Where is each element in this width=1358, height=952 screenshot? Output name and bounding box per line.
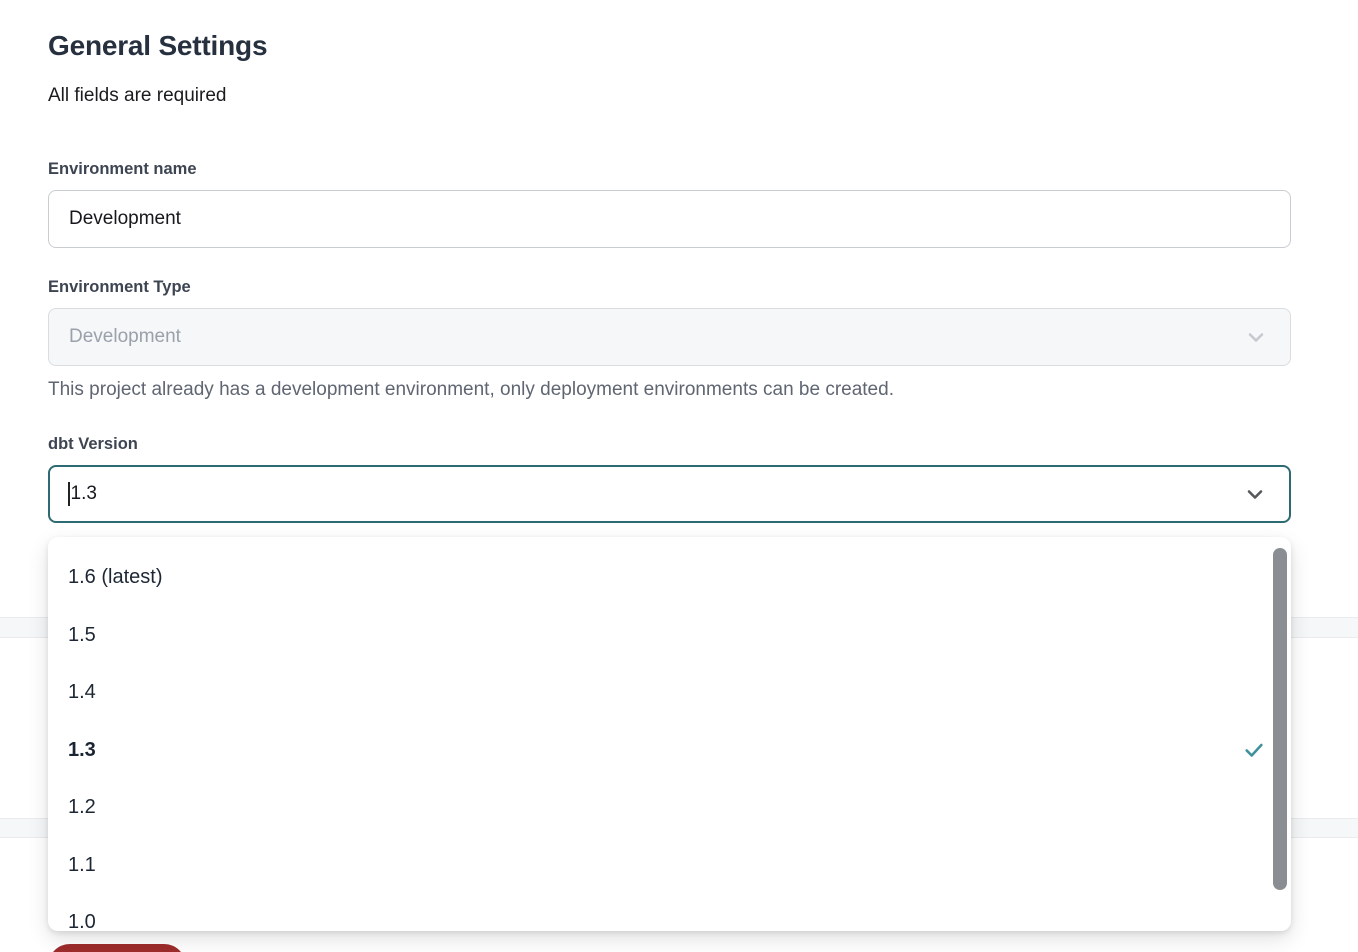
dropdown-option[interactable]: 1.0 (48, 894, 1291, 931)
environment-type-value: Development (69, 326, 181, 348)
environment-type-helper: This project already has a development e… (48, 379, 894, 401)
dbt-version-value: 1.3 (71, 483, 97, 505)
environment-type-label: Environment Type (48, 278, 191, 297)
text-cursor (68, 482, 70, 506)
page-title: General Settings (48, 30, 267, 62)
option-label: 1.0 (68, 911, 96, 931)
chevron-down-icon (1243, 482, 1267, 506)
page-subtitle: All fields are required (48, 85, 226, 107)
dropdown-option-selected[interactable]: 1.3 (48, 722, 1291, 780)
environment-name-input[interactable]: Development (48, 190, 1291, 248)
danger-button[interactable] (48, 944, 186, 952)
dropdown-option[interactable]: 1.1 (48, 837, 1291, 895)
dbt-version-dropdown: 1.6 (latest) 1.5 1.4 1.3 1.2 1.1 1.0 (48, 537, 1291, 931)
dropdown-option[interactable]: 1.5 (48, 607, 1291, 665)
environment-name-value: Development (69, 208, 181, 230)
dropdown-option[interactable]: 1.4 (48, 664, 1291, 722)
dropdown-option[interactable]: 1.2 (48, 779, 1291, 837)
dropdown-scrollbar-thumb[interactable] (1273, 548, 1287, 890)
environment-name-label: Environment name (48, 160, 197, 179)
option-label: 1.3 (68, 739, 96, 762)
chevron-down-icon (1244, 325, 1268, 349)
option-label: 1.4 (68, 681, 96, 704)
check-icon (1243, 739, 1265, 761)
option-label: 1.1 (68, 854, 96, 877)
option-label: 1.5 (68, 624, 96, 647)
dbt-version-label: dbt Version (48, 435, 138, 454)
environment-type-select: Development (48, 308, 1291, 366)
dropdown-option[interactable]: 1.6 (latest) (48, 549, 1291, 607)
option-label: 1.2 (68, 796, 96, 819)
environment-settings-page: General Settings All fields are required… (0, 0, 1358, 952)
dbt-version-combobox[interactable]: 1.3 (48, 465, 1291, 523)
option-label: 1.6 (latest) (68, 566, 162, 589)
